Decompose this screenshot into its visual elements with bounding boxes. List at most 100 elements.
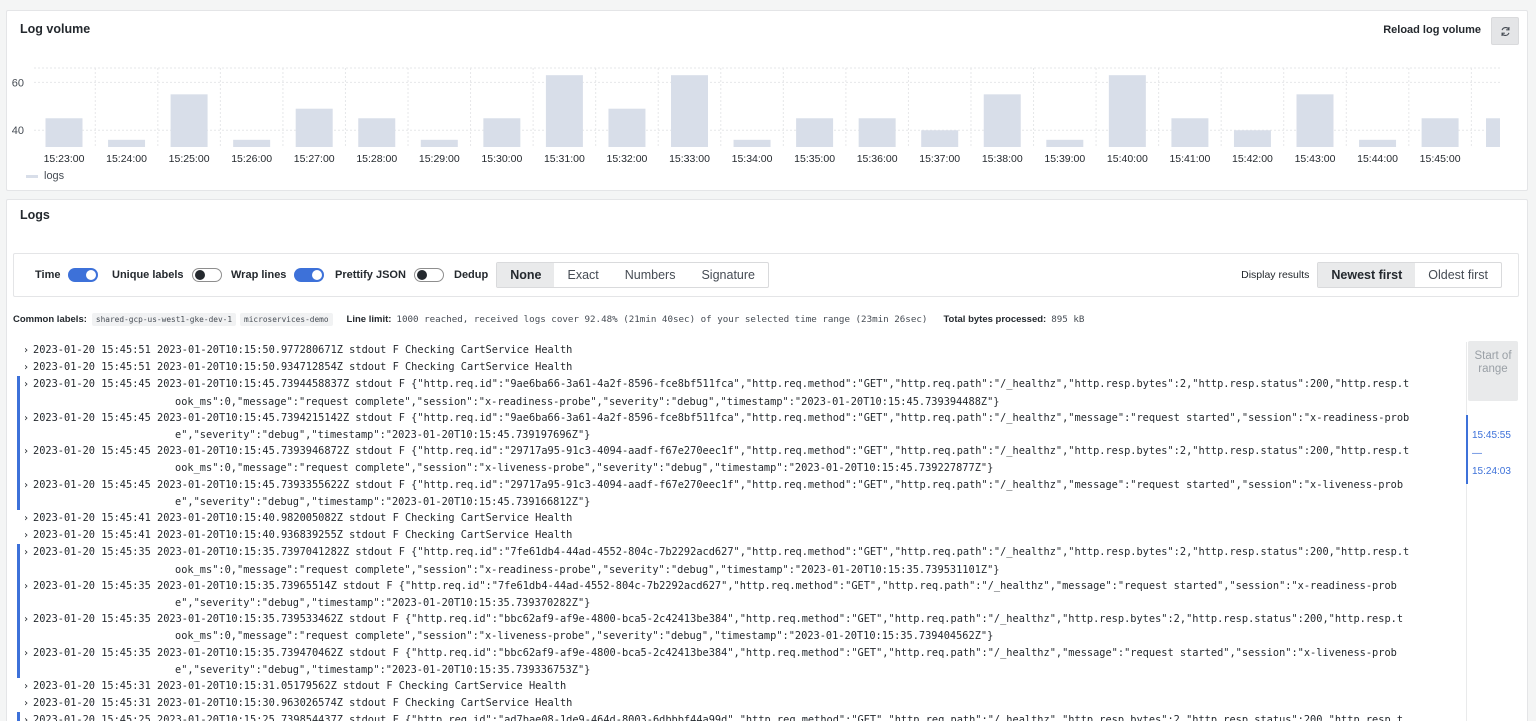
chevron-right-icon[interactable]: › [23, 612, 33, 628]
prettify-json-label: Prettify JSON [335, 269, 406, 281]
log-row[interactable]: › 2023-01-20 15:45:35 2023-01-20T10:15:35… [17, 577, 1457, 612]
volume-bar[interactable] [1046, 139, 1084, 147]
log-row-message: 2023-01-20T10:15:45.7393946872Z stdout F… [157, 445, 1410, 458]
volume-bar[interactable] [108, 139, 146, 147]
volume-bar[interactable] [1233, 130, 1271, 147]
volume-bar[interactable] [358, 118, 396, 147]
log-row[interactable]: › 2023-01-20 15:45:41 2023-01-20T10:15:40… [17, 527, 1457, 544]
chevron-right-icon[interactable]: › [23, 696, 33, 712]
time-switch[interactable] [68, 268, 99, 282]
log-row[interactable]: › 2023-01-20 15:45:45 2023-01-20T10:15:45… [17, 443, 1457, 477]
log-row-message: 2023-01-20T10:15:45.7393355622Z stdout F… [157, 478, 1404, 491]
x-tick-label: 15:43:00 [1295, 153, 1336, 165]
log-row-line: › 2023-01-20 15:45:45 2023-01-20T10:15:45… [23, 477, 1457, 494]
log-row[interactable]: › 2023-01-20 15:45:35 2023-01-20T10:15:35… [17, 544, 1457, 578]
log-row[interactable]: › 2023-01-20 15:45:45 2023-01-20T10:15:45… [17, 409, 1457, 444]
log-row-timestamp: 2023-01-20 15:45:45 [33, 478, 151, 491]
volume-bar[interactable] [1171, 118, 1209, 147]
log-row-line: › 2023-01-20 15:45:35 2023-01-20T10:15:35… [23, 611, 1457, 628]
chevron-right-icon[interactable]: › [23, 528, 33, 544]
chevron-right-icon[interactable]: › [23, 545, 33, 561]
volume-bar[interactable] [1421, 118, 1459, 147]
dedup-exact-option[interactable]: Exact [554, 263, 611, 287]
chart-legend[interactable]: logs [26, 170, 64, 182]
range-label[interactable]: 15:45:55 — 15:24:03 [1472, 427, 1511, 481]
log-row-message: 2023-01-20T10:15:45.7394458837Z stdout F… [157, 378, 1410, 391]
range-separator: — [1472, 448, 1482, 459]
volume-bar[interactable] [295, 108, 333, 147]
wrap-lines-switch[interactable] [294, 268, 325, 282]
log-row[interactable]: › 2023-01-20 15:45:25 2023-01-20T10:15:25… [17, 712, 1457, 721]
volume-bar[interactable] [233, 139, 271, 147]
log-row[interactable]: › 2023-01-20 15:45:51 2023-01-20T10:15:50… [17, 359, 1457, 376]
volume-bar[interactable] [733, 139, 771, 147]
chevron-right-icon[interactable]: › [23, 579, 33, 595]
wrap-lines-label: Wrap lines [231, 269, 287, 281]
dedup-signature-option[interactable]: Signature [688, 263, 768, 287]
volume-bar[interactable] [420, 139, 458, 147]
chevron-right-icon[interactable]: › [23, 343, 33, 359]
dedup-group: Dedup None Exact Numbers Signature [454, 254, 769, 296]
log-row-message-continued: ook_ms":0,"message":"request complete","… [175, 563, 1000, 576]
volume-bar[interactable] [170, 94, 208, 147]
log-row[interactable]: › 2023-01-20 15:45:31 2023-01-20T10:15:30… [17, 695, 1457, 712]
log-row[interactable]: › 2023-01-20 15:45:41 2023-01-20T10:15:40… [17, 510, 1457, 527]
chevron-right-icon[interactable]: › [23, 377, 33, 393]
unique-labels-label: Unique labels [112, 269, 184, 281]
log-row-line: › 2023-01-20 15:45:51 2023-01-20T10:15:50… [23, 342, 1457, 359]
start-of-range-button[interactable]: Start of range [1468, 341, 1518, 401]
x-tick-label: 15:34:00 [732, 153, 773, 165]
volume-bar[interactable] [1359, 139, 1397, 147]
volume-bar[interactable] [483, 118, 521, 147]
log-row-message: 2023-01-20T10:15:30.963026574Z stdout F … [157, 697, 573, 710]
log-row-line: › 2023-01-20 15:45:35 2023-01-20T10:15:35… [23, 578, 1457, 595]
volume-bar[interactable] [1296, 94, 1334, 147]
chevron-right-icon[interactable]: › [23, 360, 33, 376]
log-row-timestamp: 2023-01-20 15:45:31 [33, 680, 151, 693]
chevron-right-icon[interactable]: › [23, 444, 33, 460]
common-label-chip: shared-gcp-us-west1-gke-dev-1 [91, 313, 237, 326]
volume-bar[interactable] [921, 130, 959, 147]
chevron-right-icon[interactable]: › [23, 411, 33, 427]
log-row[interactable]: › 2023-01-20 15:45:51 2023-01-20T10:15:50… [17, 342, 1457, 359]
volume-bar[interactable] [45, 118, 83, 147]
log-row-message-continued: ook_ms":0,"message":"request complete","… [175, 395, 1000, 408]
volume-bar[interactable] [796, 118, 834, 147]
log-row-message: 2023-01-20T10:15:35.7397041282Z stdout F… [157, 546, 1410, 559]
order-radio-group: Newest first Oldest first [1317, 262, 1502, 288]
unique-labels-switch[interactable] [191, 268, 222, 282]
newest-first-option[interactable]: Newest first [1318, 263, 1416, 287]
chevron-right-icon[interactable]: › [23, 646, 33, 662]
legend-label: logs [44, 170, 65, 182]
chevron-right-icon[interactable]: › [23, 511, 33, 527]
log-row[interactable]: › 2023-01-20 15:45:45 2023-01-20T10:15:45… [17, 476, 1457, 511]
log-row-line: › 2023-01-20 15:45:41 2023-01-20T10:15:40… [23, 510, 1457, 527]
log-row-message: 2023-01-20T10:15:50.977280671Z stdout F … [157, 344, 573, 356]
chevron-right-icon[interactable]: › [23, 713, 33, 721]
oldest-first-option[interactable]: Oldest first [1415, 263, 1501, 287]
prettify-json-switch[interactable] [413, 268, 444, 282]
log-row-message: 2023-01-20T10:15:35.73965514Z stdout F {… [157, 579, 1397, 592]
chevron-right-icon[interactable]: › [23, 478, 33, 494]
x-tick-label: 15:25:00 [169, 153, 210, 165]
volume-bar[interactable] [545, 75, 583, 147]
x-tick-label: 15:32:00 [607, 153, 648, 165]
volume-bar[interactable] [608, 108, 646, 147]
volume-bar[interactable] [1486, 118, 1500, 147]
log-row[interactable]: › 2023-01-20 15:45:31 2023-01-20T10:15:31… [17, 678, 1457, 695]
volume-bar[interactable] [1108, 75, 1146, 147]
chevron-right-icon[interactable]: › [23, 679, 33, 695]
log-row-message: 2023-01-20T10:15:50.934712854Z stdout F … [157, 361, 573, 374]
log-row[interactable]: › 2023-01-20 15:45:35 2023-01-20T10:15:35… [17, 611, 1457, 645]
log-row-timestamp: 2023-01-20 15:45:45 [33, 411, 151, 424]
log-row-line: › 2023-01-20 15:45:45 2023-01-20T10:15:45… [23, 443, 1457, 460]
volume-bar[interactable] [671, 75, 708, 147]
log-row[interactable]: › 2023-01-20 15:45:35 2023-01-20T10:15:35… [17, 644, 1457, 679]
log-row-message: 2023-01-20T10:15:40.936839255Z stdout F … [157, 529, 573, 542]
volume-bar[interactable] [983, 94, 1021, 147]
volume-bar[interactable] [858, 118, 896, 147]
log-row[interactable]: › 2023-01-20 15:45:45 2023-01-20T10:15:45… [17, 376, 1457, 410]
dedup-numbers-option[interactable]: Numbers [612, 263, 689, 287]
display-results-group: Display results Newest first Oldest firs… [1241, 254, 1502, 296]
dedup-none-option[interactable]: None [497, 263, 555, 287]
